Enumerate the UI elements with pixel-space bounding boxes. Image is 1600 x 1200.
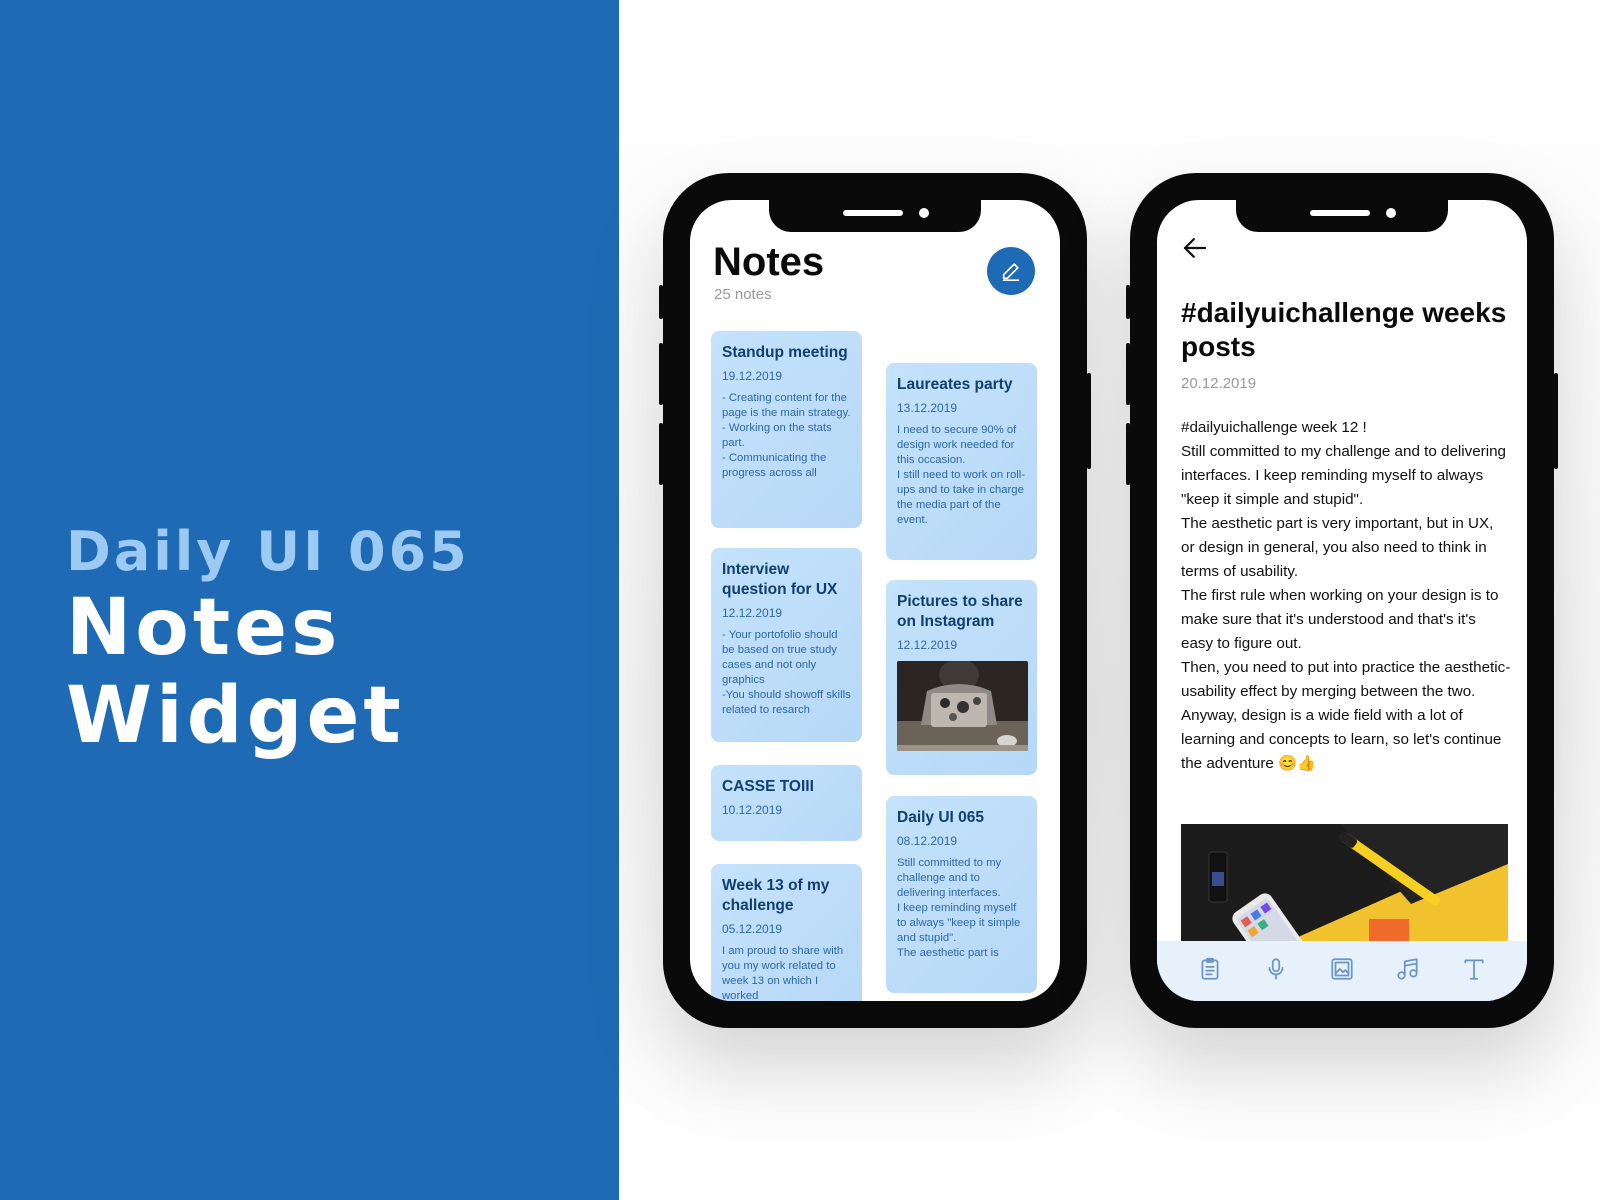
note-card[interactable]: CASSE TOIII 10.12.2019	[711, 765, 862, 841]
phone-side-button	[1126, 343, 1130, 405]
note-preview: - Creating content for the page is the m…	[722, 392, 851, 479]
note-date: 20.12.2019	[1181, 375, 1257, 392]
clipboard-icon	[1201, 957, 1219, 980]
phone-notch	[1236, 200, 1448, 232]
phone-side-button	[1126, 285, 1130, 319]
note-title: Week 13 of my challenge	[722, 877, 830, 914]
page-title: Notes	[713, 240, 825, 284]
desk-photo	[1181, 824, 1508, 949]
back-button[interactable]	[1180, 233, 1210, 268]
note-preview: I need to secure 90% of design work need…	[897, 424, 1026, 526]
microphone-button[interactable]	[1256, 949, 1296, 989]
note-card[interactable]: Standup meeting 19.12.2019 - Creating co…	[711, 331, 862, 528]
note-card[interactable]: Pictures to share on Instagram 12.12.201…	[886, 580, 1037, 775]
note-card[interactable]: Daily UI 065 08.12.2019 Still committed …	[886, 796, 1037, 993]
note-title: Interview question for UX	[722, 561, 838, 598]
phone-side-button	[1554, 373, 1558, 469]
brand-subtitle: Daily UI 065	[66, 520, 470, 583]
editor-toolbar	[1157, 941, 1527, 1001]
brand-heading: Daily UI 065 Notes Widget	[66, 520, 470, 760]
note-date: 13.12.2019	[897, 401, 958, 415]
clipboard-button[interactable]	[1190, 949, 1230, 989]
phone-side-button	[1087, 373, 1091, 469]
note-date: 05.12.2019	[722, 922, 783, 936]
note-preview: Still committed to my challenge and to d…	[897, 857, 1021, 959]
note-date: 10.12.2019	[722, 803, 783, 817]
image-button[interactable]	[1322, 949, 1362, 989]
image-icon	[1331, 958, 1353, 980]
text-icon	[1464, 959, 1484, 980]
front-camera	[919, 208, 929, 218]
phone-side-button	[659, 423, 663, 485]
note-card[interactable]: Laureates party 13.12.2019 I need to sec…	[886, 363, 1037, 560]
note-date: 19.12.2019	[722, 369, 783, 383]
music-icon	[1397, 958, 1418, 980]
note-date: 08.12.2019	[897, 834, 958, 848]
note-preview: I am proud to share with you my work rel…	[722, 945, 844, 1001]
note-body[interactable]: #dailyuichallenge week 12 ! Still commit…	[1181, 416, 1511, 776]
brand-title-line1: Notes	[66, 583, 342, 673]
text-format-button[interactable]	[1454, 949, 1494, 989]
note-card[interactable]: Week 13 of my challenge 05.12.2019 I am …	[711, 864, 862, 1001]
phone-notch	[769, 200, 981, 232]
front-camera	[1386, 208, 1396, 218]
brand-title-line2: Widget	[66, 671, 405, 761]
laptop-photo	[897, 661, 1028, 751]
note-title[interactable]: #dailyuichallenge weeks posts	[1181, 296, 1511, 364]
phone-side-button	[659, 285, 663, 319]
note-card[interactable]: Interview question for UX 12.12.2019 - Y…	[711, 548, 862, 742]
speaker-grille	[843, 210, 903, 216]
phone-side-button	[1126, 423, 1130, 485]
notes-count: 25 notes	[714, 286, 772, 303]
note-preview: - Your portofolio should be based on tru…	[722, 629, 851, 716]
microphone-icon	[1268, 958, 1284, 980]
note-title: CASSE TOIII	[722, 778, 814, 795]
note-attached-image	[1181, 824, 1508, 949]
notes-screen: Notes 25 notes Standup meeting 19.12.201…	[690, 200, 1060, 1001]
arrow-left-icon	[1183, 238, 1207, 258]
note-date: 12.12.2019	[722, 606, 783, 620]
phone-notes-list: Notes 25 notes Standup meeting 19.12.201…	[659, 173, 1091, 1028]
speaker-grille	[1310, 210, 1370, 216]
phone-note-detail: #dailyuichallenge weeks posts 20.12.2019…	[1126, 173, 1558, 1028]
pencil-icon	[1002, 263, 1020, 281]
brand-panel: Daily UI 065 Notes Widget	[0, 0, 619, 1200]
note-date: 12.12.2019	[897, 638, 958, 652]
music-button[interactable]	[1388, 949, 1428, 989]
note-title: Laureates party	[897, 376, 1013, 393]
note-title: Pictures to share on Instagram	[897, 593, 1023, 630]
note-detail-screen: #dailyuichallenge weeks posts 20.12.2019…	[1157, 200, 1527, 1001]
note-thumbnail-image	[897, 661, 1028, 751]
new-note-button[interactable]	[987, 247, 1035, 295]
note-title: Daily UI 065	[897, 809, 985, 826]
phone-side-button	[659, 343, 663, 405]
note-title: Standup meeting	[722, 344, 848, 361]
